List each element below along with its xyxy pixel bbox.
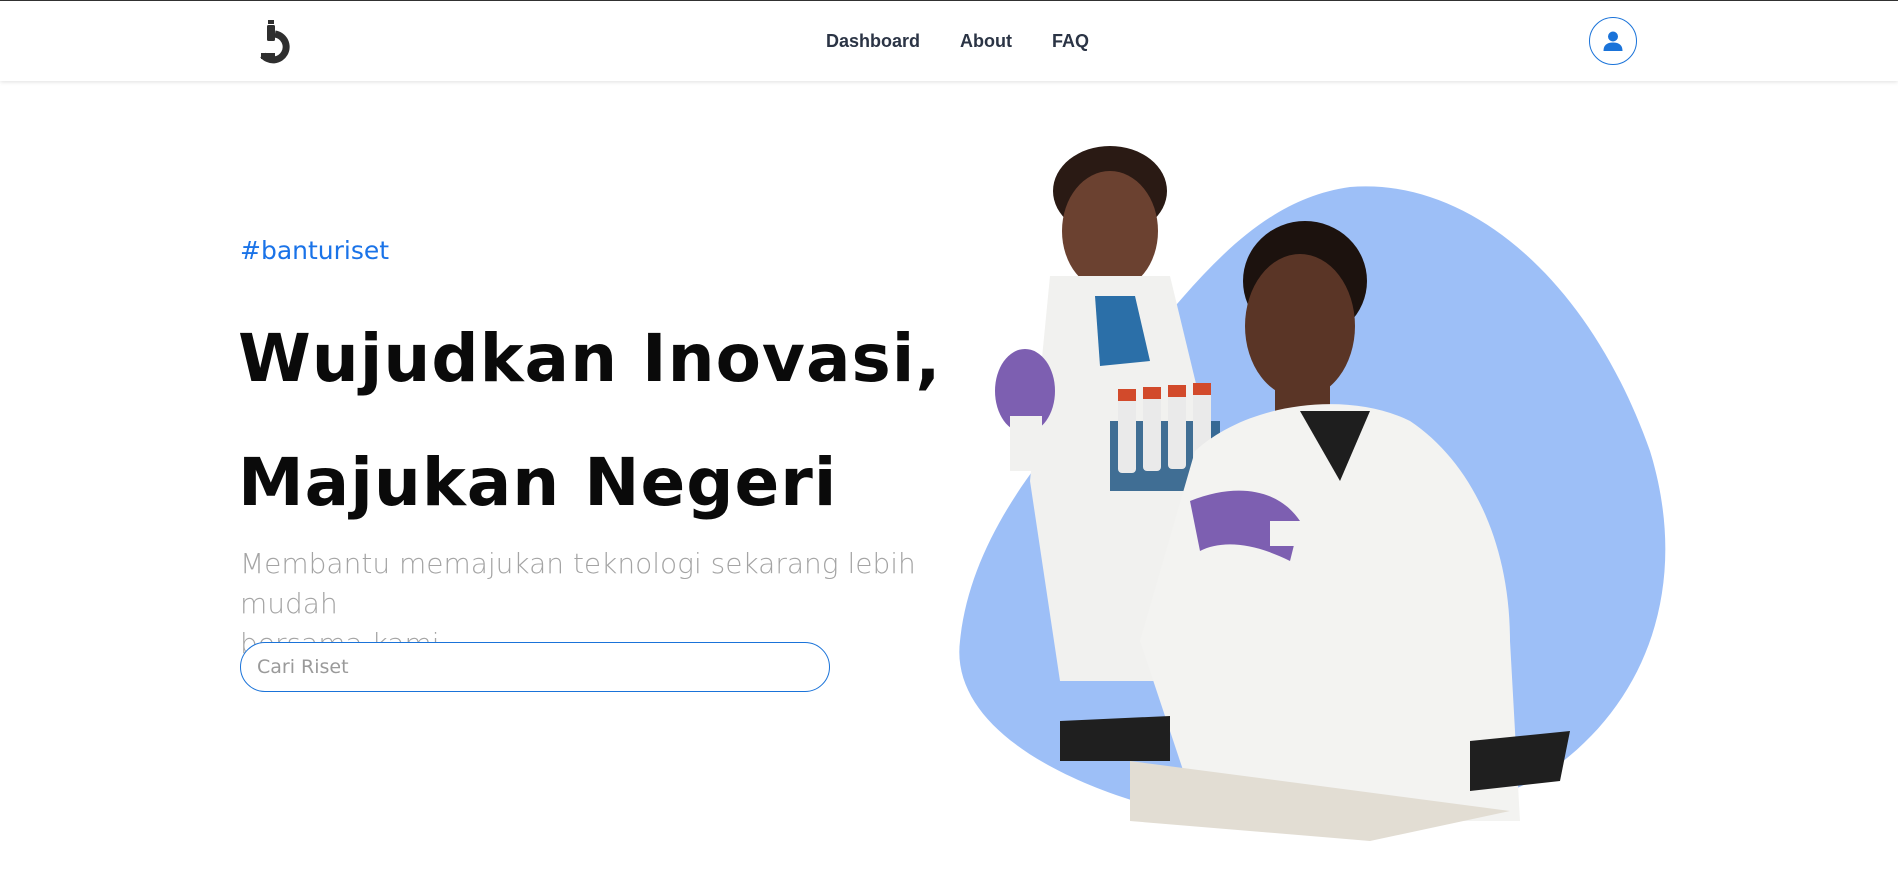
subtitle-line-1: Membantu memajukan teknologi sekarang le… xyxy=(240,547,916,620)
hero-scientists-image xyxy=(959,146,1666,841)
headline-line-1: Wujudkan Inovasi, xyxy=(238,320,942,397)
navbar: Dashboard About FAQ xyxy=(0,1,1898,81)
microscope-logo-icon[interactable] xyxy=(255,17,305,67)
hero-headline: Wujudkan Inovasi, Majukan Negeri xyxy=(238,297,941,545)
user-account-button[interactable] xyxy=(1589,17,1637,65)
user-icon xyxy=(1603,31,1623,51)
hero-hashtag: #banturiset xyxy=(240,236,390,265)
nav-dashboard[interactable]: Dashboard xyxy=(826,31,920,52)
nav-faq[interactable]: FAQ xyxy=(1052,31,1089,52)
main-nav: Dashboard About FAQ xyxy=(826,31,1089,52)
headline-line-2: Majukan Negeri xyxy=(238,444,838,521)
nav-about[interactable]: About xyxy=(960,31,1012,52)
search-research-input[interactable] xyxy=(240,642,830,692)
